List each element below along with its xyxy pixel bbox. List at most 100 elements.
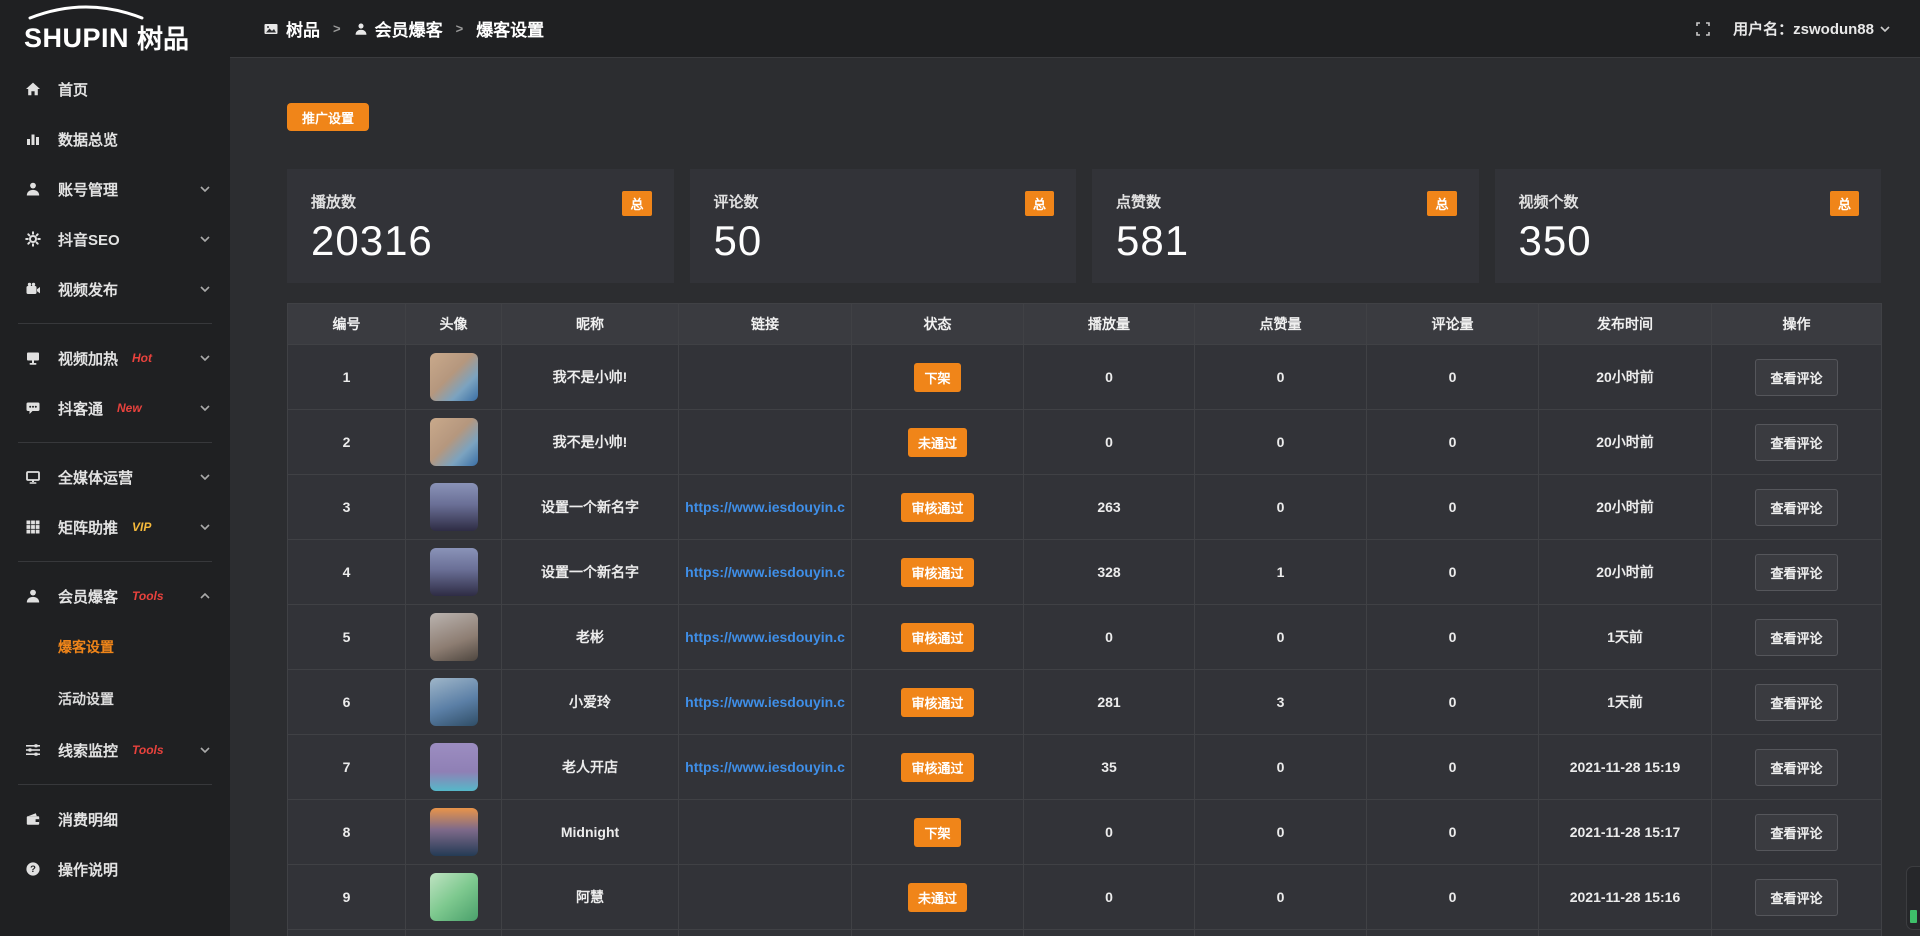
video-link[interactable]: https://www.iesdouyin.c (685, 629, 845, 645)
stat-label: 视频个数 (1519, 191, 1579, 212)
cell-id: 5 (288, 605, 406, 670)
sidebar-item-video-publish[interactable]: 视频发布 (0, 264, 230, 314)
floating-widget[interactable] (1906, 866, 1920, 930)
cell-publish-time: 2021-11-28 15:17 (1539, 800, 1712, 865)
cell-comments: 0 (1367, 540, 1539, 605)
cell-publish-time: 20小时前 (1539, 540, 1712, 605)
sidebar-item-lead-monitor[interactable]: 线索监控 Tools (0, 725, 230, 775)
sidebar-item-account-management[interactable]: 账号管理 (0, 164, 230, 214)
header-id: 编号 (288, 304, 406, 345)
question-circle-icon: ? (25, 861, 43, 877)
sidebar-item-member-baoke[interactable]: 会员爆客 Tools (0, 571, 230, 621)
stat-card-plays: 播放数 总 20316 (287, 169, 674, 283)
total-badge: 总 (1025, 191, 1054, 216)
breadcrumb-separator: > (456, 21, 464, 36)
header-likes: 点赞量 (1195, 304, 1367, 345)
view-comments-button[interactable]: 查看评论 (1755, 489, 1837, 526)
cell-plays: 0 (1024, 605, 1195, 670)
cell-likes (1195, 930, 1367, 936)
cell-plays: 281 (1024, 670, 1195, 735)
header-avatar: 头像 (406, 304, 502, 345)
cell-id: 9 (288, 865, 406, 930)
status-badge: 审核通过 (901, 753, 973, 782)
sidebar-item-all-media[interactable]: 全媒体运营 (0, 452, 230, 502)
fullscreen-icon[interactable] (1695, 21, 1711, 37)
cell-id: 4 (288, 540, 406, 605)
chevron-down-icon (200, 286, 210, 292)
grid-icon (25, 519, 43, 535)
logo-arc (24, 4, 154, 20)
view-comments-button[interactable]: 查看评论 (1755, 554, 1837, 591)
table-row: 7 老人开店 https://www.iesdouyin.c 审核通过 35 0… (288, 735, 1882, 800)
sidebar-subitem-baoke-settings[interactable]: 爆客设置 (0, 621, 230, 673)
table-row: 3 设置一个新名字 https://www.iesdouyin.c 审核通过 2… (288, 475, 1882, 540)
breadcrumb-item-member[interactable]: 会员爆客 (354, 16, 443, 41)
stat-label: 评论数 (714, 191, 759, 212)
brand-logo[interactable]: SHUPIN 树品 (0, 0, 230, 58)
cell-nickname: Midnight (502, 800, 679, 865)
video-link[interactable]: https://www.iesdouyin.c (685, 564, 845, 580)
video-link[interactable]: https://www.iesdouyin.c (685, 694, 845, 710)
view-comments-button[interactable]: 查看评论 (1755, 879, 1837, 916)
sidebar-item-spending-details[interactable]: 消费明细 (0, 794, 230, 844)
view-comments-button[interactable]: 查看评论 (1755, 749, 1837, 786)
new-tag: New (117, 401, 142, 415)
video-link[interactable]: https://www.iesdouyin.c (685, 499, 845, 515)
chevron-down-icon (1880, 26, 1890, 32)
username-label: 用户名：zswodun88 (1733, 18, 1874, 39)
breadcrumb-separator: > (333, 21, 341, 36)
cell-id: 3 (288, 475, 406, 540)
promotion-settings-button[interactable]: 推广设置 (287, 103, 369, 131)
home-icon (25, 81, 43, 97)
stat-value: 50 (714, 218, 1055, 264)
cell-plays: 35 (1024, 735, 1195, 800)
cell-id: 6 (288, 670, 406, 735)
table-row: 6 小爱玲 https://www.iesdouyin.c 审核通过 281 3… (288, 670, 1882, 735)
view-comments-button[interactable]: 查看评论 (1755, 359, 1837, 396)
cell-nickname: 设置一个新名字 (502, 540, 679, 605)
stat-value: 350 (1519, 218, 1860, 264)
cell-comments: 0 (1367, 475, 1539, 540)
view-comments-button[interactable]: 查看评论 (1755, 684, 1837, 721)
avatar (430, 418, 478, 466)
sidebar-item-label: 视频加热 (58, 348, 118, 369)
cell-publish-time: 20小时前 (1539, 475, 1712, 540)
sidebar-item-instructions[interactable]: ? 操作说明 (0, 844, 230, 894)
view-comments-button[interactable]: 查看评论 (1755, 424, 1837, 461)
sidebar-item-data-overview[interactable]: 数据总览 (0, 114, 230, 164)
cell-nickname (502, 930, 679, 936)
cell-plays: 0 (1024, 410, 1195, 475)
brand-logo-sub: 树品 (137, 26, 189, 52)
sidebar-item-video-heat[interactable]: 视频加热 Hot (0, 333, 230, 383)
cell-nickname: 老人开店 (502, 735, 679, 800)
view-comments-button[interactable]: 查看评论 (1755, 814, 1837, 851)
total-badge: 总 (1427, 191, 1456, 216)
breadcrumb-item-current: 爆客设置 (476, 16, 544, 41)
sidebar-item-label: 首页 (58, 79, 88, 100)
status-badge: 下架 (914, 818, 960, 847)
sidebar-item-douyin-seo[interactable]: 抖音SEO (0, 214, 230, 264)
sidebar-nav: 首页 数据总览 账号管理 抖音SEO 视频发布 (0, 58, 230, 894)
cell-comments: 0 (1367, 865, 1539, 930)
breadcrumb-label: 爆客设置 (476, 16, 544, 41)
breadcrumb-item-home[interactable]: 树品 (263, 16, 320, 41)
stat-value: 20316 (311, 218, 652, 264)
sidebar-subitem-activity-settings[interactable]: 活动设置 (0, 673, 230, 725)
cell-comments: 0 (1367, 410, 1539, 475)
sidebar-item-home[interactable]: 首页 (0, 64, 230, 114)
video-link[interactable]: https://www.iesdouyin.c (685, 759, 845, 775)
sidebar-submenu: 爆客设置 活动设置 (0, 621, 230, 725)
sidebar-item-matrix-boost[interactable]: 矩阵助推 VIP (0, 502, 230, 552)
user-menu[interactable]: 用户名：zswodun88 (1733, 18, 1890, 39)
cell-publish-time: 20小时前 (1539, 345, 1712, 410)
cell-publish-time: 2021-11-28 15:19 (1539, 735, 1712, 800)
cell-publish-time: 1天前 (1539, 605, 1712, 670)
cell-likes: 1 (1195, 540, 1367, 605)
table-row: 2 我不是小帅! 未通过 0 0 0 20小时前 查看评论 (288, 410, 1882, 475)
hot-tag: Hot (132, 351, 152, 365)
sidebar-item-douketong[interactable]: 抖客通 New (0, 383, 230, 433)
view-comments-button[interactable]: 查看评论 (1755, 619, 1837, 656)
main-area: 树品 > 会员爆客 > 爆客设置 用户名：zswodun88 (230, 0, 1920, 936)
photo-icon (263, 21, 279, 37)
stat-card-likes: 点赞数 总 581 (1092, 169, 1479, 283)
